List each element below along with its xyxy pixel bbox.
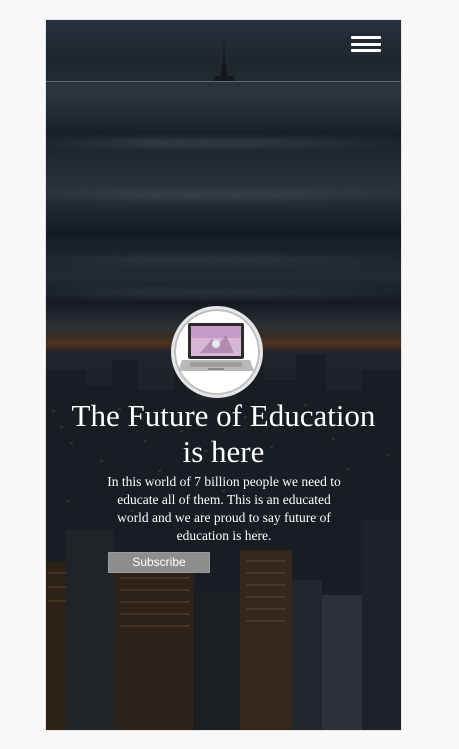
hero-description: In this world of 7 billion people we nee…: [107, 474, 341, 543]
hamburger-menu-icon[interactable]: [351, 36, 381, 52]
laptop-icon: [171, 306, 263, 398]
app-frame: The Future of Education is here In this …: [46, 20, 401, 730]
subscribe-button[interactable]: Subscribe: [108, 552, 210, 573]
header-bar: [46, 20, 401, 82]
spire-silhouette: [214, 38, 234, 81]
hero-title: The Future of Education is here: [71, 398, 376, 469]
